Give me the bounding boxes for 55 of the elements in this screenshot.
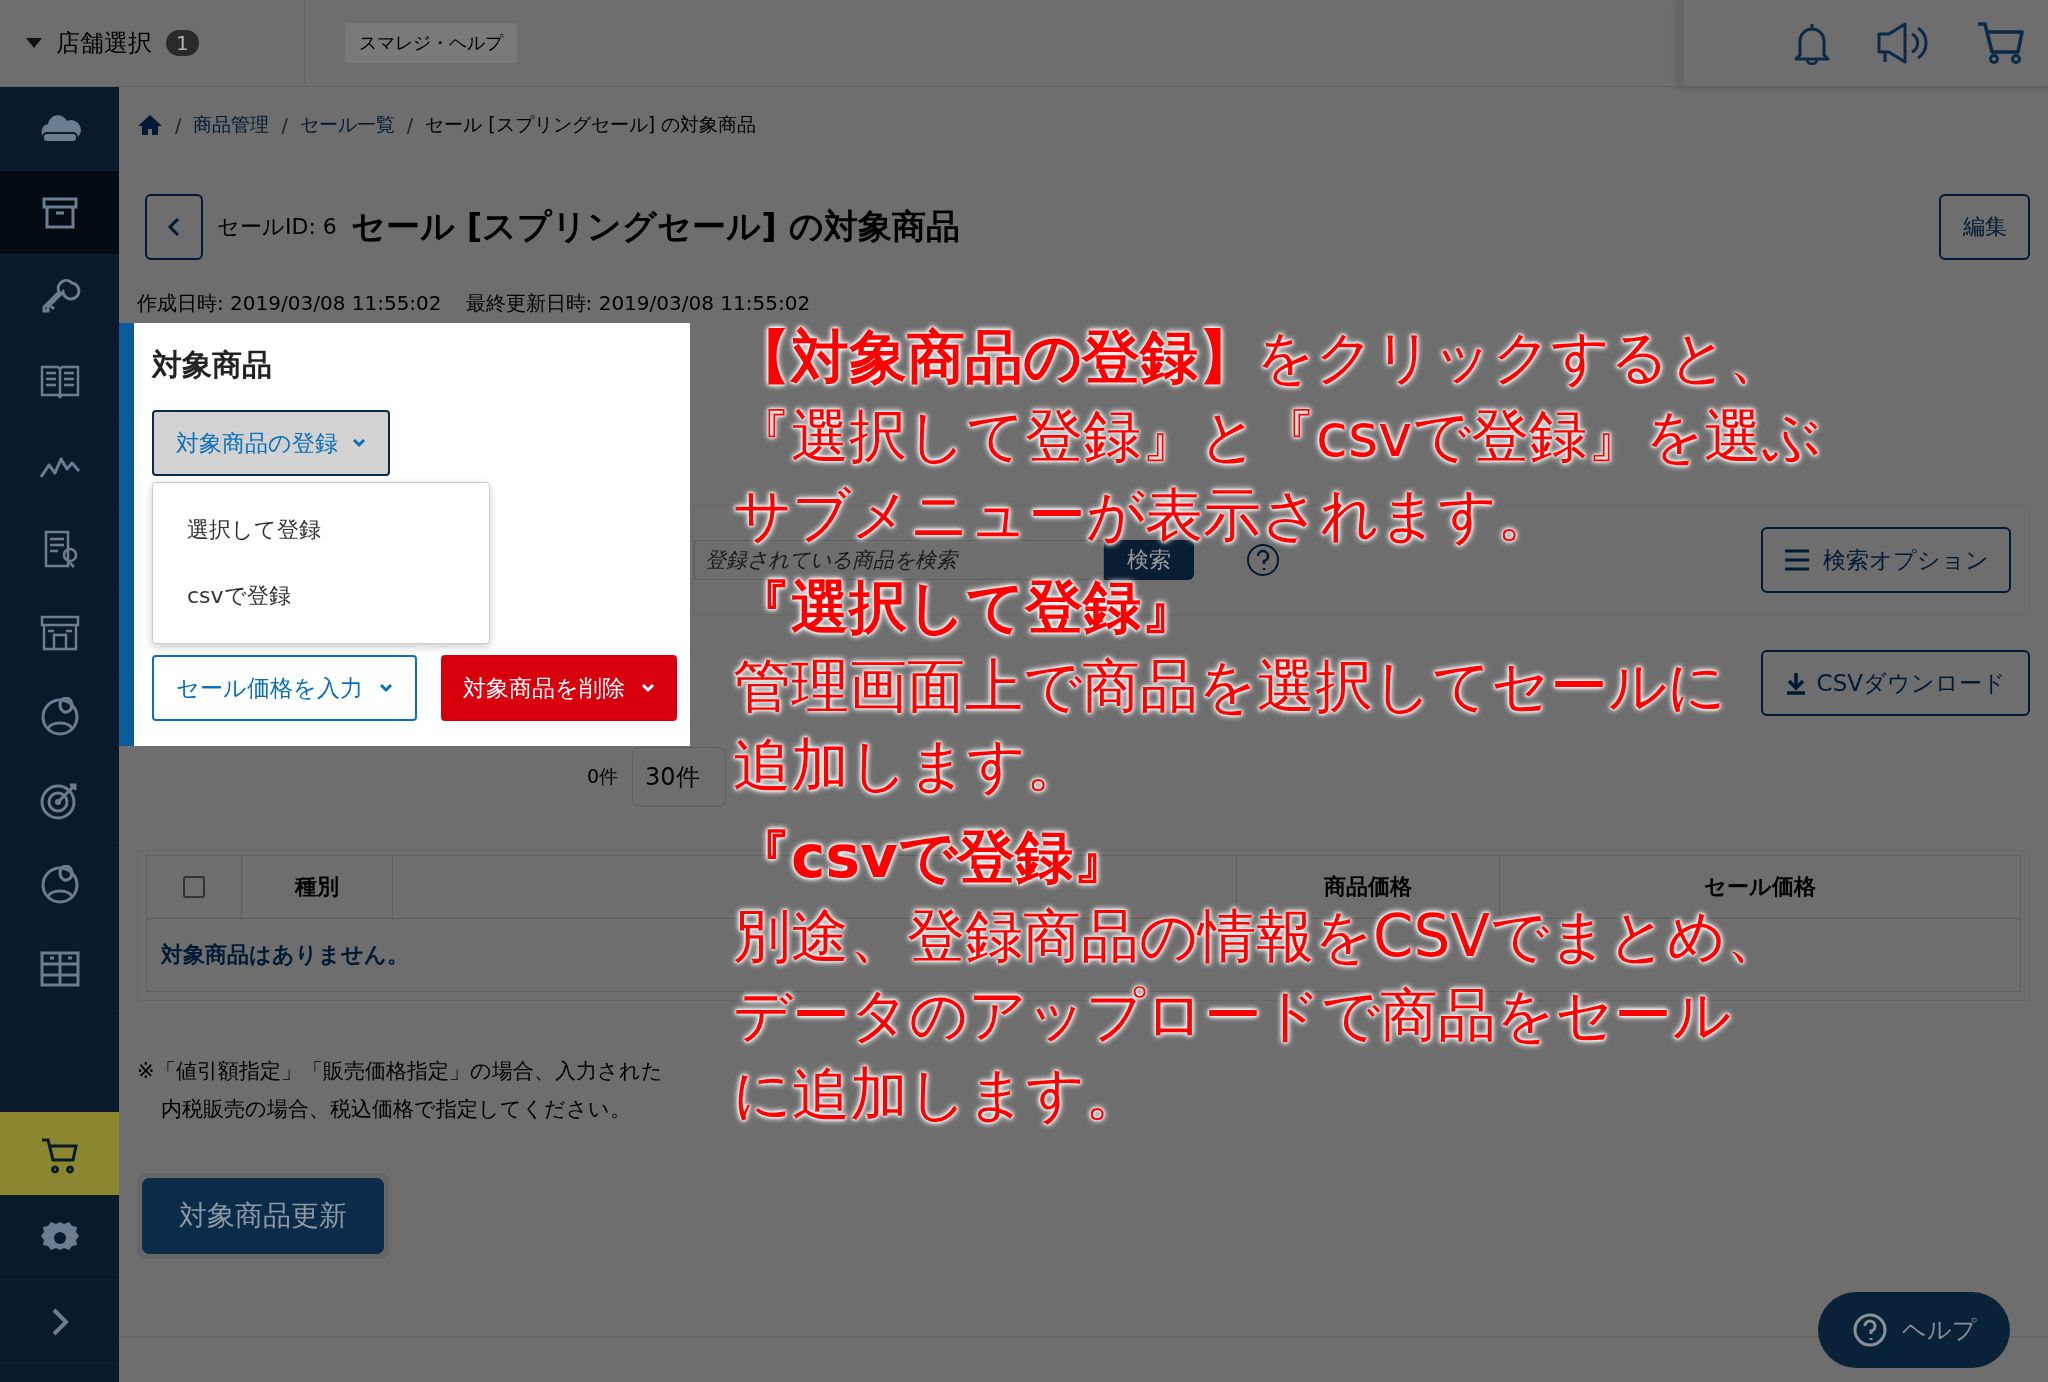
column-header: 種別 [295, 873, 339, 901]
annotation-text: 管理画面上で商品を選択してセールに [733, 655, 1726, 717]
edit-button[interactable]: 編集 [1939, 194, 2030, 260]
update-button[interactable]: 対象商品更新 [142, 1178, 384, 1254]
annotation-text: 【対象商品の登録】をクリックすると、 [733, 326, 1786, 388]
menu-icon [1783, 548, 1811, 572]
chevron-left-icon [167, 217, 181, 237]
annotation-text: 『csvで登録』 [733, 826, 1131, 888]
column-header: セール価格 [1704, 873, 1816, 901]
breadcrumb-separator: / [175, 114, 182, 136]
breadcrumb-item[interactable]: 商品管理 [193, 112, 270, 138]
cart-icon[interactable] [1976, 21, 2024, 65]
search-options-button[interactable]: 検索オプション [1761, 527, 2011, 593]
menu-item[interactable]: csvで登録 [153, 563, 489, 629]
chevron-down-icon [641, 683, 655, 693]
help-button[interactable]: ヘルプ [1818, 1292, 2010, 1368]
chevron-down-icon [379, 683, 393, 693]
select-all-checkbox[interactable] [183, 876, 205, 898]
store-selector[interactable]: 店舗選択 1 [0, 0, 305, 86]
menu-item[interactable]: 選択して登録 [153, 497, 489, 563]
column-header: 商品価格 [1324, 873, 1412, 901]
note-text: ※「値引額指定」「販売価格指定」の場合、入力された [137, 1058, 663, 1085]
breadcrumb-item[interactable]: セール一覧 [299, 112, 395, 138]
date-label: 作成日時: 2019/03/08 11:55:02 [137, 290, 442, 317]
empty-message: 対象商品はありません。 [161, 941, 409, 969]
csv-download-button[interactable]: CSVダウンロード [1760, 650, 2030, 716]
annotation-text: 『選択して登録』と『csvで登録』を選ぶ [733, 405, 1822, 467]
store-count-badge: 1 [166, 30, 199, 56]
breadcrumb-separator: / [281, 114, 288, 136]
caret-icon [26, 38, 42, 48]
help-icon[interactable] [1246, 543, 1280, 577]
breadcrumb-item: セール [スプリングセール] の対象商品 [425, 112, 757, 137]
price-dropdown-button[interactable]: セール価格を入力 [152, 655, 417, 721]
chevron-down-icon [352, 438, 366, 448]
help-link[interactable]: スマレジ・ヘルプ [345, 23, 517, 63]
date-label: 最終更新日時: 2019/03/08 11:55:02 [465, 290, 811, 317]
back-button[interactable] [145, 194, 203, 260]
annotation-text: 別途、登録商品の情報をCSVでまとめ、 [733, 905, 1784, 967]
sale-id-label: セールID: 6 [217, 213, 337, 241]
register-dropdown-button[interactable]: 対象商品の登録 [152, 410, 390, 476]
sidebar-item[interactable] [0, 1112, 119, 1196]
page-title: セール [スプリングセール] の対象商品 [350, 205, 961, 248]
note-text: 内税販売の場合、税込価格で指定してください。 [160, 1096, 631, 1123]
question-circle-icon [1851, 1312, 1888, 1348]
result-count: 0件 [587, 764, 619, 789]
section-title: 対象商品 [152, 346, 273, 384]
delete-dropdown-button[interactable]: 対象商品を削除 [441, 655, 677, 721]
download-icon [1784, 671, 1807, 695]
annotation-text: 追加します。 [733, 734, 1084, 796]
home-icon[interactable] [137, 114, 163, 136]
annotation-text: に追加します。 [733, 1063, 1143, 1125]
per-page-select[interactable]: 30件 [632, 747, 727, 807]
annotation-text: データのアップロードで商品をセール [733, 984, 1731, 1046]
notification-bell-icon[interactable] [1792, 21, 1832, 65]
breadcrumb-separator: / [406, 114, 414, 136]
